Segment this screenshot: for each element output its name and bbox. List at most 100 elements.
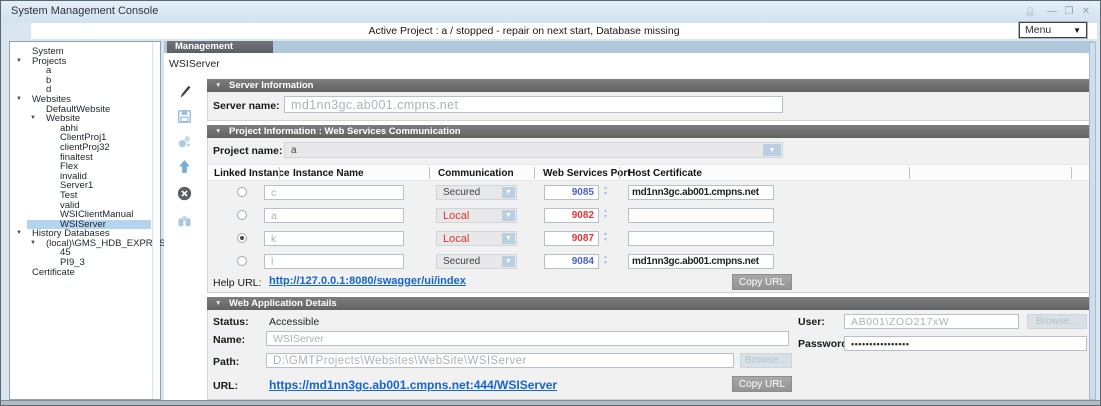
search-icon[interactable]: [177, 213, 192, 228]
section-header-server-information[interactable]: Server Information: [207, 79, 1091, 92]
instance-name-field[interactable]: a: [264, 208, 404, 223]
linked-instance-radio[interactable]: [237, 187, 247, 197]
chevron-down-icon[interactable]: ▼: [502, 187, 515, 198]
name-label: Name:: [213, 334, 245, 346]
instance-name-field[interactable]: k: [264, 231, 404, 246]
tree-scrollbar[interactable]: [152, 42, 160, 399]
tree-item-finaltest[interactable]: finaltest: [10, 153, 151, 163]
menu-label: Menu: [1025, 24, 1051, 36]
upload-icon[interactable]: [177, 159, 192, 174]
port-spinner[interactable]: ▲▼: [601, 254, 610, 269]
communication-dropdown[interactable]: Local ▼: [436, 208, 517, 223]
col-web-services-port: Web Services Port: [543, 168, 631, 179]
host-certificate-field[interactable]: [628, 208, 774, 223]
chevron-down-icon: ▼: [1073, 26, 1081, 35]
tree-item-b[interactable]: b: [10, 76, 151, 86]
linked-instance-radio-selected[interactable]: [237, 233, 247, 243]
browse-path-button[interactable]: Browse...: [740, 353, 792, 368]
tree-item-projects[interactable]: Projects: [10, 57, 151, 67]
status-strip: Active Project : a / stopped - repair on…: [31, 23, 1097, 39]
content-scrollbar[interactable]: [1089, 42, 1096, 400]
chevron-down-icon[interactable]: ▼: [502, 256, 515, 267]
linked-instance-radio[interactable]: [237, 256, 247, 266]
name-field[interactable]: WSIServer: [266, 331, 789, 346]
column-divider: [909, 167, 910, 179]
delete-icon[interactable]: [177, 186, 192, 201]
web-services-port-field[interactable]: 9085: [544, 185, 599, 200]
copy-web-url-button[interactable]: Copy URL: [732, 376, 792, 392]
section-header-web-application-details[interactable]: Web Application Details: [207, 297, 1091, 310]
edit-icon[interactable]: [177, 84, 192, 99]
url-label: URL:: [213, 380, 238, 392]
communication-dropdown[interactable]: Secured ▼: [436, 185, 517, 200]
project-name-dropdown[interactable]: a ▼: [284, 142, 783, 158]
port-spinner[interactable]: ▲▼: [601, 185, 610, 200]
window-bottom-frame: [1, 400, 1100, 405]
col-communication: Communication: [438, 168, 514, 179]
communication-dropdown[interactable]: Secured ▼: [436, 254, 517, 269]
help-url-label: Help URL:: [213, 277, 261, 289]
instance-table-header: Linked Instance Instance Name Communicat…: [208, 164, 1090, 181]
title-bar: System Management Console — ❐ ✕: [1, 1, 1100, 23]
linked-instance-radio[interactable]: [237, 210, 247, 220]
user-label: User:: [798, 316, 825, 328]
close-icon[interactable]: ✕: [1079, 6, 1093, 18]
project-name-label: Project name:: [213, 145, 282, 157]
host-certificate-field[interactable]: md1nn3gc.ab001.cmpns.net: [628, 185, 774, 200]
port-spinner[interactable]: ▲▼: [601, 208, 610, 223]
save-icon[interactable]: [177, 109, 192, 124]
copy-help-url-button[interactable]: Copy URL: [732, 274, 792, 290]
app-window: System Management Console — ❐ ✕ Active P…: [0, 0, 1101, 406]
port-spinner[interactable]: ▲▼: [601, 231, 610, 246]
tree-item-local-gms-hdb-express[interactable]: (local)\GMS_HDB_EXPRESS: [10, 239, 151, 249]
tab-strip: Management: [164, 41, 1095, 53]
server-name-field[interactable]: md1nn3gc.ab001.cmpns.net: [284, 96, 783, 113]
tree-item-certificate[interactable]: Certificate: [10, 268, 151, 278]
server-name-label: Server name:: [213, 100, 280, 112]
web-app-url-link[interactable]: https://md1nn3gc.ab001.cmpns.net:444/WSI…: [269, 378, 557, 392]
maximize-icon[interactable]: ❐: [1062, 6, 1076, 18]
host-certificate-field[interactable]: md1nn3gc.ab001.cmpns.net: [628, 254, 774, 269]
tree-item-test[interactable]: Test: [10, 191, 151, 201]
column-divider: [429, 167, 430, 179]
col-instance-name: Instance Name: [293, 168, 364, 179]
page-title: WSIServer: [169, 58, 220, 70]
active-project-status: Active Project : a / stopped - repair on…: [31, 25, 1017, 37]
web-services-port-field[interactable]: 9087: [544, 231, 599, 246]
instances-icon[interactable]: [177, 134, 192, 149]
section-header-project-information[interactable]: Project Information : Web Services Commu…: [207, 125, 1091, 138]
tree-item-website[interactable]: Website: [10, 114, 151, 124]
tree-item-server1[interactable]: Server1: [10, 181, 151, 191]
user-field[interactable]: AB001\ZOO217xW: [844, 314, 1019, 329]
chevron-down-icon[interactable]: ▼: [502, 210, 515, 221]
browse-user-button[interactable]: Browse...: [1027, 314, 1087, 329]
status-label: Status:: [213, 316, 249, 328]
navigation-tree: System Projects a b d Websites DefaultWe…: [9, 41, 161, 400]
column-divider: [534, 167, 535, 179]
status-value: Accessible: [269, 316, 319, 328]
col-host-certificate: Host Certificate: [628, 168, 702, 179]
instance-name-field[interactable]: c: [264, 185, 404, 200]
tab-management[interactable]: Management: [167, 41, 273, 53]
path-label: Path:: [213, 356, 239, 368]
instance-name-field[interactable]: l: [264, 254, 404, 269]
tree-item-defaultwebsite[interactable]: DefaultWebsite: [10, 105, 151, 115]
web-services-port-field[interactable]: 9084: [544, 254, 599, 269]
web-services-port-field[interactable]: 9082: [544, 208, 599, 223]
path-field[interactable]: D:\GMTProjects\Websites\WebSite\WSIServe…: [266, 353, 734, 368]
chevron-down-icon[interactable]: ▼: [502, 233, 515, 244]
column-divider: [619, 167, 620, 179]
minimize-icon[interactable]: —: [1045, 6, 1059, 18]
chevron-down-icon[interactable]: ▼: [763, 144, 781, 156]
help-url-link[interactable]: http://127.0.0.1:8080/swagger/ui/index: [269, 275, 466, 287]
tree-item-a[interactable]: a: [10, 66, 151, 76]
lock-icon: [1023, 5, 1037, 19]
communication-dropdown[interactable]: Local ▼: [436, 231, 517, 246]
column-divider: [1071, 167, 1072, 179]
password-field[interactable]: ••••••••••••••••: [844, 336, 1087, 351]
column-divider: [279, 167, 280, 179]
host-certificate-field[interactable]: [628, 231, 774, 246]
menu-dropdown[interactable]: Menu ▼: [1019, 22, 1087, 38]
window-title: System Management Console: [11, 5, 158, 17]
tree-items: System Projects a b d Websites DefaultWe…: [10, 47, 151, 277]
